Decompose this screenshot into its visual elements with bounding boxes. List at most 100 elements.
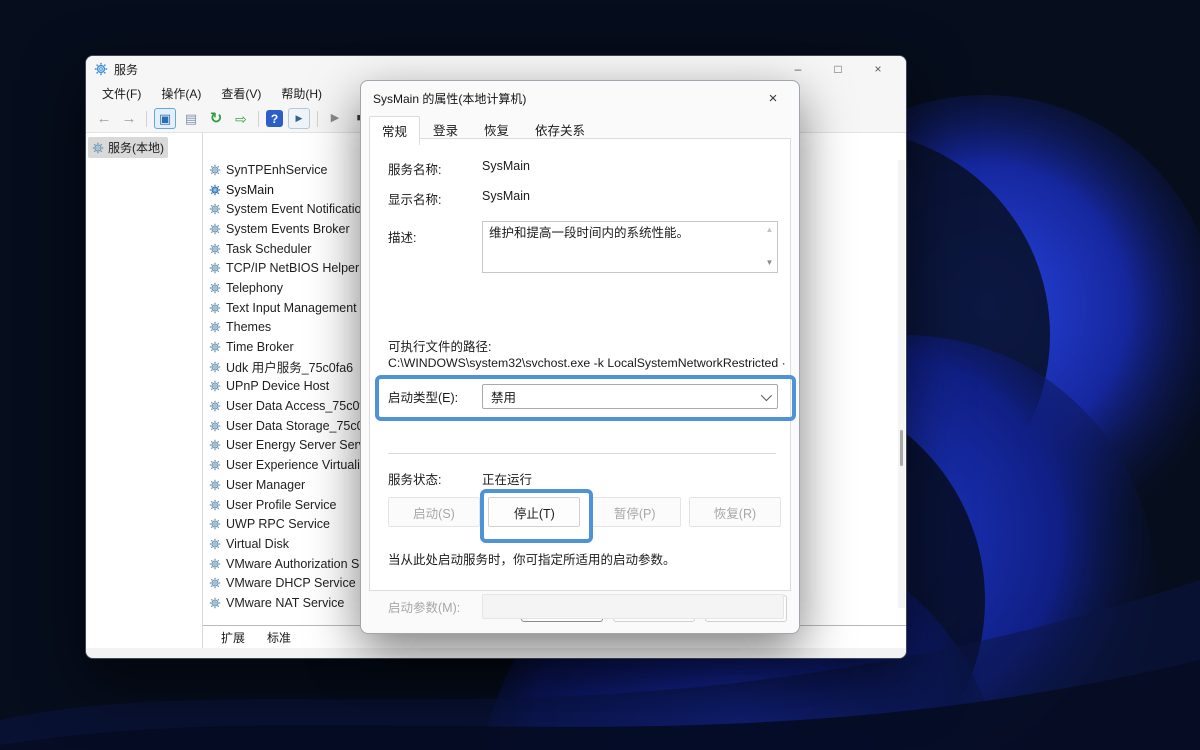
menu-file[interactable]: 文件(F) <box>94 83 149 104</box>
list-scrollbar[interactable] <box>898 160 905 608</box>
menu-help[interactable]: 帮助(H) <box>273 83 330 104</box>
scroll-down-icon[interactable]: ▼ <box>766 258 774 269</box>
back-icon[interactable]: ← <box>94 109 114 128</box>
service-gear-icon <box>209 440 221 451</box>
scrollbar-thumb[interactable] <box>900 430 903 466</box>
startup-params-note: 当从此处启动服务时，你可指定所适用的启动参数。 <box>388 553 676 567</box>
service-gear-icon <box>209 243 221 254</box>
start-button[interactable]: 启动(S) <box>388 497 480 527</box>
properties-icon[interactable]: ▤ <box>181 109 201 128</box>
path-label: 可执行文件的路径: <box>388 340 492 354</box>
forward-icon[interactable]: → <box>119 109 139 128</box>
description-row: 描述: 维护和提高一段时间内的系统性能。 ▲ ▼ <box>388 221 778 273</box>
service-gear-icon <box>209 538 221 550</box>
service-gear-icon <box>209 341 221 353</box>
service-gear-icon <box>209 302 221 313</box>
startup-type-dropdown[interactable]: 禁用 <box>482 384 778 409</box>
startup-type-value: 禁用 <box>491 391 517 405</box>
services-app-icon <box>94 62 108 76</box>
minimize-button[interactable]: – <box>778 57 818 81</box>
description-text: 维护和提高一段时间内的系统性能。 <box>489 226 690 240</box>
dialog-close-icon[interactable]: × <box>759 90 787 107</box>
service-name: User Data Storage_75c0f <box>226 418 368 433</box>
tree-item-services-local[interactable]: 服务(本地) <box>88 137 168 158</box>
service-gear-icon <box>209 518 221 530</box>
pause-button[interactable]: 暂停(P) <box>588 497 681 527</box>
service-gear-icon <box>209 282 221 294</box>
resume-button[interactable]: 恢复(R) <box>688 497 781 527</box>
menu-view[interactable]: 查看(V) <box>213 83 269 104</box>
description-textbox[interactable]: 维护和提高一段时间内的系统性能。 ▲ ▼ <box>482 221 778 273</box>
service-name: Time Broker <box>226 340 294 355</box>
service-gear-icon <box>209 578 221 589</box>
service-name: UPnP Device Host <box>226 379 330 394</box>
titlebar: 服务 – □ × <box>86 56 906 82</box>
startup-type-row: 启动类型(E): 禁用 <box>388 384 778 409</box>
tab-dependencies[interactable]: 依存关系 <box>522 115 598 144</box>
dialog-tabs: 常规 登录 恢复 依存关系 <box>361 115 799 145</box>
service-name: VMware DHCP Service <box>226 576 356 591</box>
export-icon[interactable]: ⇨ <box>231 109 251 128</box>
service-name: User Manager <box>226 477 306 492</box>
service-name: TCP/IP NetBIOS Helper <box>226 261 360 276</box>
chevron-down-icon <box>760 389 773 401</box>
service-name: User Experience Virtualiz <box>226 458 367 473</box>
description-scrollbar[interactable]: ▲ ▼ <box>763 223 776 271</box>
service-gear-icon <box>209 184 221 195</box>
refresh-icon[interactable]: ↻ <box>206 109 226 128</box>
start-service-icon[interactable]: ▶ <box>325 109 345 128</box>
tab-logon[interactable]: 登录 <box>420 115 471 144</box>
service-gear-icon <box>209 459 221 471</box>
media-pane-icon[interactable]: ▶ <box>288 108 310 129</box>
view-tab-standard[interactable]: 标准 <box>253 626 305 648</box>
display-name-row: 显示名称: SysMain <box>388 189 778 208</box>
stop-button[interactable]: 停止(T) <box>488 497 581 527</box>
status-bar <box>86 648 906 658</box>
service-name: User Energy Server Servi <box>226 438 368 453</box>
service-gear-icon <box>209 203 221 215</box>
help-icon[interactable]: ? <box>266 110 283 127</box>
scroll-up-icon[interactable]: ▲ <box>766 225 774 236</box>
service-control-buttons: 启动(S) 停止(T) 暂停(P) 恢复(R) <box>388 497 781 527</box>
service-name: User Data Access_75c0fa <box>226 399 370 414</box>
service-gear-icon <box>209 322 221 333</box>
startup-params-input[interactable] <box>482 594 784 619</box>
service-name: SynTPEnhService <box>226 162 328 177</box>
service-gear-icon <box>209 164 221 176</box>
service-name: Text Input Management <box>226 300 357 315</box>
service-gear-icon <box>209 263 221 274</box>
tab-recovery[interactable]: 恢复 <box>471 115 522 144</box>
dialog-titlebar: SysMain 的属性(本地计算机) × <box>361 81 799 115</box>
service-name: System Event Notification <box>226 202 369 217</box>
service-name: Task Scheduler <box>226 241 312 256</box>
display-name-label: 显示名称: <box>388 193 442 207</box>
service-status-row: 服务状态: 正在运行 <box>388 469 778 488</box>
tab-general[interactable]: 常规 <box>369 116 421 145</box>
close-button[interactable]: × <box>858 57 898 81</box>
service-name: Telephony <box>226 280 283 295</box>
maximize-button[interactable]: □ <box>818 57 858 81</box>
toolbar-separator[interactable] <box>146 110 147 127</box>
service-gear-icon <box>209 223 221 235</box>
service-name-value: SysMain <box>482 159 530 173</box>
console-window-icon[interactable]: ▣ <box>154 108 176 129</box>
display-name-value: SysMain <box>482 189 530 203</box>
service-name-label: 服务名称: <box>388 163 442 177</box>
service-gear-icon <box>209 420 221 432</box>
service-gear-icon <box>209 479 221 491</box>
service-name: VMware Authorization Se <box>226 556 367 571</box>
toolbar-separator[interactable] <box>258 110 259 127</box>
sysmain-properties-dialog: SysMain 的属性(本地计算机) × 常规 登录 恢复 依存关系 服务名称: Sy… <box>360 80 800 634</box>
menu-action[interactable]: 操作(A) <box>153 83 209 104</box>
service-gear-icon <box>209 400 221 412</box>
view-tab-extended[interactable]: 扩展 <box>207 626 259 648</box>
window-title: 服务 <box>114 62 139 77</box>
service-gear-icon <box>209 499 221 510</box>
toolbar-separator[interactable] <box>317 110 318 127</box>
service-gear-icon <box>209 361 221 372</box>
service-name: Udk 用户服务_75c0fa6 <box>226 361 354 376</box>
service-name: Themes <box>226 320 272 335</box>
general-tab-page: 服务名称: SysMain 显示名称: SysMain 描述: 维护和提高一段时… <box>369 138 796 619</box>
service-gear-icon <box>209 597 221 609</box>
service-name: System Events Broker <box>226 221 350 236</box>
